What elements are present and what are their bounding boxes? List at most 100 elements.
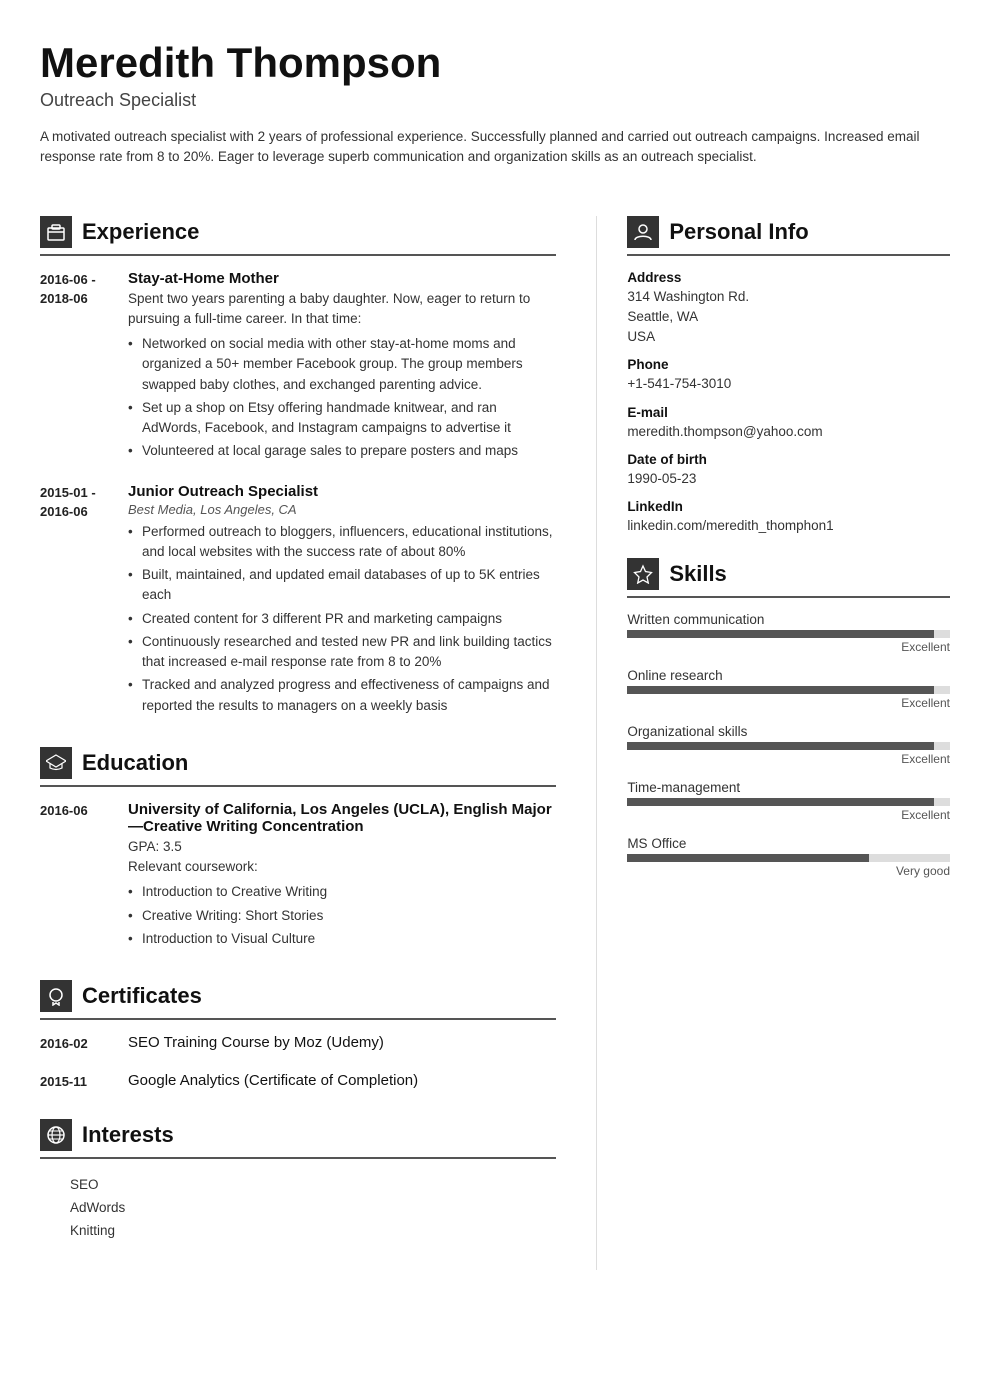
- personal-info-title: Personal Info: [669, 219, 808, 245]
- education-icon: [40, 747, 72, 779]
- experience-title: Experience: [82, 219, 199, 245]
- skill-bar-2: [627, 742, 950, 750]
- skill-item-0: Written communication Excellent: [627, 612, 950, 654]
- experience-section: Experience 2016-06 - 2018-06 Stay-at-Hom…: [40, 216, 556, 719]
- email-value: meredith.thompson@yahoo.com: [627, 422, 950, 442]
- bullet-item: Networked on social media with other sta…: [128, 334, 556, 395]
- skill-bar-1: [627, 686, 950, 694]
- experience-entry-1: 2015-01 - 2016-06 Junior Outreach Specia…: [40, 483, 556, 719]
- skill-bar-fill-4: [627, 854, 869, 862]
- skills-icon: [627, 558, 659, 590]
- cert-title-1: Google Analytics (Certificate of Complet…: [128, 1072, 556, 1089]
- skill-level-4: Very good: [627, 864, 950, 878]
- certificates-title: Certificates: [82, 983, 202, 1009]
- entry-date-1: 2015-01 - 2016-06: [40, 483, 112, 719]
- interests-list: SEO AdWords Knitting: [40, 1173, 556, 1242]
- main-columns: Experience 2016-06 - 2018-06 Stay-at-Hom…: [40, 216, 950, 1271]
- bullet-item: Built, maintained, and updated email dat…: [128, 565, 556, 606]
- bullet-item: Created content for 3 different PR and m…: [128, 609, 556, 629]
- skill-item-3: Time-management Excellent: [627, 780, 950, 822]
- entry-bullets-1: Performed outreach to bloggers, influenc…: [128, 522, 556, 716]
- candidate-title: Outreach Specialist: [40, 90, 950, 111]
- experience-entry-0: 2016-06 - 2018-06 Stay-at-Home Mother Sp…: [40, 270, 556, 465]
- email-label: E-mail: [627, 405, 950, 420]
- cert-entry-1: 2015-11 Google Analytics (Certificate of…: [40, 1072, 556, 1092]
- bullet-item: Introduction to Visual Culture: [128, 929, 556, 949]
- personal-info-icon: [627, 216, 659, 248]
- skill-bar-0: [627, 630, 950, 638]
- linkedin-label: LinkedIn: [627, 499, 950, 514]
- personal-info-header: Personal Info: [627, 216, 950, 256]
- skills-header: Skills: [627, 558, 950, 598]
- entry-content-1: Junior Outreach Specialist Best Media, L…: [128, 483, 556, 719]
- entry-title-1: Junior Outreach Specialist: [128, 483, 556, 500]
- cert-content-1: Google Analytics (Certificate of Complet…: [128, 1072, 556, 1092]
- skill-bar-fill-0: [627, 630, 934, 638]
- header-section: Meredith Thompson Outreach Specialist A …: [40, 40, 950, 168]
- education-header: Education: [40, 747, 556, 787]
- skill-bar-fill-2: [627, 742, 934, 750]
- dob-label: Date of birth: [627, 452, 950, 467]
- dob-field: Date of birth 1990-05-23: [627, 452, 950, 489]
- education-entry-0: 2016-06 University of California, Los An…: [40, 801, 556, 952]
- dob-value: 1990-05-23: [627, 469, 950, 489]
- bullet-item: Introduction to Creative Writing: [128, 882, 556, 902]
- candidate-summary: A motivated outreach specialist with 2 y…: [40, 127, 950, 168]
- skill-bar-4: [627, 854, 950, 862]
- entry-bullets-0: Networked on social media with other sta…: [128, 334, 556, 462]
- phone-field: Phone +1-541-754-3010: [627, 357, 950, 394]
- entry-desc-0: Spent two years parenting a baby daughte…: [128, 289, 556, 330]
- entry-content-0: Stay-at-Home Mother Spent two years pare…: [128, 270, 556, 465]
- email-field: E-mail meredith.thompson@yahoo.com: [627, 405, 950, 442]
- education-title: Education: [82, 750, 188, 776]
- skill-level-0: Excellent: [627, 640, 950, 654]
- skills-section: Skills Written communication Excellent O…: [627, 558, 950, 878]
- interests-icon: [40, 1119, 72, 1151]
- address-label: Address: [627, 270, 950, 285]
- bullet-item: Tracked and analyzed progress and effect…: [128, 675, 556, 716]
- cert-date-0: 2016-02: [40, 1034, 112, 1054]
- interests-title: Interests: [82, 1122, 174, 1148]
- edu-title-0: University of California, Los Angeles (U…: [128, 801, 556, 835]
- experience-icon: [40, 216, 72, 248]
- certificates-header: Certificates: [40, 980, 556, 1020]
- cert-content-0: SEO Training Course by Moz (Udemy): [128, 1034, 556, 1054]
- interests-header: Interests: [40, 1119, 556, 1159]
- entry-date-0: 2016-06 - 2018-06: [40, 270, 112, 465]
- cert-date-1: 2015-11: [40, 1072, 112, 1092]
- skill-level-1: Excellent: [627, 696, 950, 710]
- linkedin-field: LinkedIn linkedin.com/meredith_thomphon1: [627, 499, 950, 536]
- address-value: 314 Washington Rd. Seattle, WA USA: [627, 287, 950, 348]
- entry-subtitle-1: Best Media, Los Angeles, CA: [128, 502, 556, 517]
- skill-item-1: Online research Excellent: [627, 668, 950, 710]
- cert-title-0: SEO Training Course by Moz (Udemy): [128, 1034, 556, 1051]
- right-column: Personal Info Address 314 Washington Rd.…: [596, 216, 950, 1271]
- resume-container: Meredith Thompson Outreach Specialist A …: [0, 0, 990, 1310]
- experience-header: Experience: [40, 216, 556, 256]
- edu-desc-0: GPA: 3.5 Relevant coursework:: [128, 837, 556, 878]
- skill-name-1: Online research: [627, 668, 950, 683]
- skill-name-3: Time-management: [627, 780, 950, 795]
- skill-name-4: MS Office: [627, 836, 950, 851]
- skill-level-3: Excellent: [627, 808, 950, 822]
- bullet-item: Performed outreach to bloggers, influenc…: [128, 522, 556, 563]
- edu-content-0: University of California, Los Angeles (U…: [128, 801, 556, 952]
- edu-date-0: 2016-06: [40, 801, 112, 952]
- bullet-item: Set up a shop on Etsy offering handmade …: [128, 398, 556, 439]
- skill-bar-fill-3: [627, 798, 934, 806]
- left-column: Experience 2016-06 - 2018-06 Stay-at-Hom…: [40, 216, 556, 1271]
- interest-item-1: AdWords: [40, 1196, 556, 1219]
- skill-name-0: Written communication: [627, 612, 950, 627]
- skill-name-2: Organizational skills: [627, 724, 950, 739]
- skill-item-4: MS Office Very good: [627, 836, 950, 878]
- phone-label: Phone: [627, 357, 950, 372]
- linkedin-value: linkedin.com/meredith_thomphon1: [627, 516, 950, 536]
- skill-bar-fill-1: [627, 686, 934, 694]
- candidate-name: Meredith Thompson: [40, 40, 950, 86]
- interest-item-0: SEO: [40, 1173, 556, 1196]
- interest-item-2: Knitting: [40, 1219, 556, 1242]
- phone-value: +1-541-754-3010: [627, 374, 950, 394]
- bullet-item: Continuously researched and tested new P…: [128, 632, 556, 673]
- certificates-section: Certificates 2016-02 SEO Training Course…: [40, 980, 556, 1091]
- personal-info-section: Personal Info Address 314 Washington Rd.…: [627, 216, 950, 537]
